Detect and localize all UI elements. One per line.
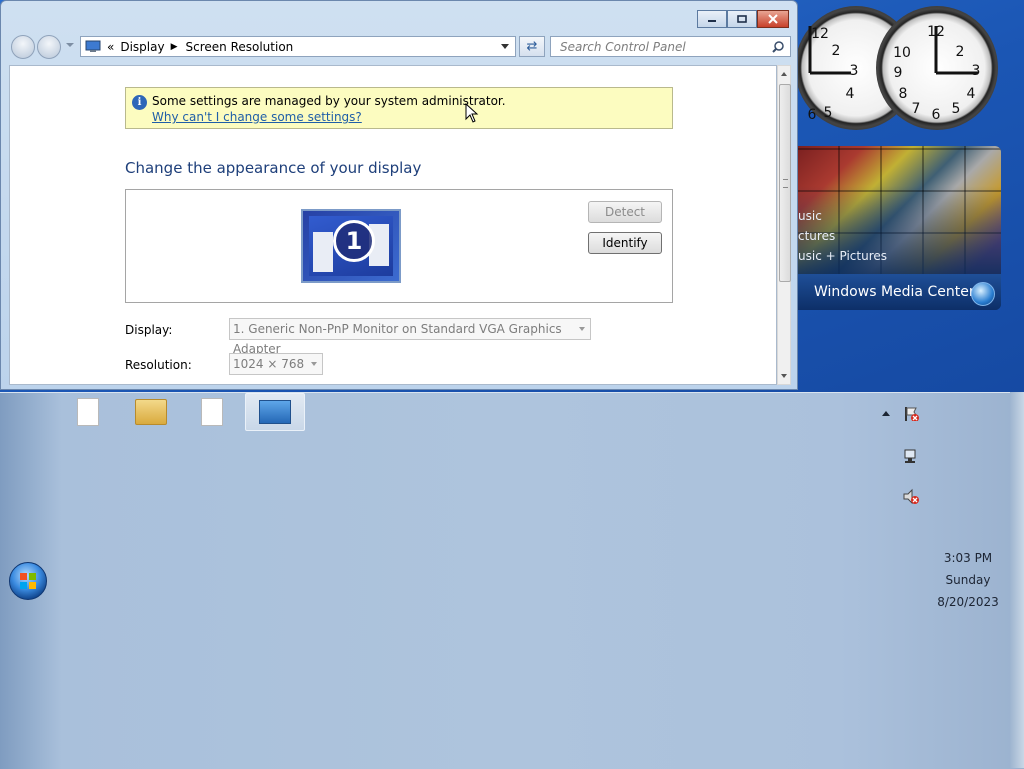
clock-gadget-right[interactable]: 12 10 2 3 4 5 6 7 8 9 (876, 6, 998, 130)
forward-button[interactable] (37, 35, 61, 59)
close-icon (768, 14, 778, 24)
info-message: Some settings are managed by your system… (152, 94, 506, 108)
clock-numeral: 6 (932, 107, 941, 123)
breadcrumb-separator-icon[interactable]: ▶ (171, 42, 178, 52)
media-item-pictures[interactable]: ctures (798, 229, 835, 243)
taskbar-item-explorer[interactable] (122, 393, 180, 431)
clock-numeral: 5 (824, 105, 833, 121)
search-icon[interactable] (772, 41, 784, 53)
chevron-down-icon (311, 362, 317, 366)
display-select-value: 1. Generic Non-PnP Monitor on Standard V… (233, 322, 562, 356)
navigation-bar: « Display ▶ Screen Resolution ⇄ (9, 34, 791, 60)
address-dropdown-icon[interactable] (501, 44, 509, 49)
show-desktop-button[interactable] (1010, 392, 1024, 768)
windows-orb-icon (971, 282, 995, 306)
taskbar-item-document-2[interactable] (183, 393, 241, 431)
address-bar[interactable]: « Display ▶ Screen Resolution (80, 36, 516, 57)
control-panel-icon (259, 400, 291, 424)
action-center-flag-icon[interactable] (902, 405, 920, 421)
brand-prefix: Windows (814, 284, 877, 300)
admin-info-bar: i Some settings are managed by your syst… (125, 87, 673, 129)
document-icon (201, 398, 223, 426)
display-label: Display: (125, 323, 173, 337)
close-button[interactable] (757, 10, 789, 28)
clock-numeral: 5 (952, 101, 961, 117)
clock-numeral: 6 (808, 107, 817, 123)
clock-numeral: 3 (850, 63, 859, 79)
mouse-cursor-icon (465, 103, 479, 123)
refresh-button[interactable]: ⇄ (519, 36, 545, 57)
media-center-gadget[interactable]: usic ctures usic + Pictures Windows Medi… (798, 146, 1001, 310)
taskbar-item-control-panel[interactable] (245, 393, 305, 431)
show-hidden-icons-icon[interactable] (880, 408, 898, 424)
clock-numeral: 3 (972, 63, 981, 79)
identify-button[interactable]: Identify (588, 232, 662, 254)
back-button[interactable] (11, 35, 35, 59)
vertical-scrollbar[interactable] (777, 65, 791, 385)
clock-numeral: 2 (832, 43, 841, 59)
why-cant-i-change-link[interactable]: Why can't I change some settings? (152, 110, 362, 124)
maximize-button[interactable] (727, 10, 757, 28)
taskbar-item-document-1[interactable] (59, 393, 117, 431)
content-pane: i Some settings are managed by your syst… (9, 65, 777, 385)
resolution-select[interactable]: 1024 × 768 (229, 353, 323, 375)
page-title: Change the appearance of your display (125, 159, 422, 177)
screen-resolution-window: « Display ▶ Screen Resolution ⇄ i Some s… (0, 0, 798, 390)
clock-numeral: 8 (899, 86, 908, 102)
clock-numeral: 7 (912, 101, 921, 117)
breadcrumb-display[interactable]: Display (120, 40, 164, 54)
brand-suffix: Media Center (876, 284, 975, 300)
document-icon (77, 398, 99, 426)
scrollbar-thumb[interactable] (779, 84, 791, 282)
folder-icon (135, 399, 167, 425)
volume-muted-icon[interactable] (902, 488, 920, 504)
clock-numeral: 9 (894, 65, 903, 81)
monitor-arrangement-area: 1 Detect Identify (125, 189, 673, 303)
clock-face-icon: 12 10 2 3 4 5 6 7 8 9 (893, 24, 981, 123)
scroll-down-icon[interactable] (781, 374, 787, 378)
search-input[interactable] (558, 38, 767, 55)
refresh-icon: ⇄ (526, 39, 538, 54)
caption-buttons (697, 10, 789, 28)
search-box[interactable] (550, 36, 791, 57)
minimize-icon (708, 20, 716, 22)
breadcrumb-screen-resolution[interactable]: Screen Resolution (186, 40, 294, 54)
breadcrumb-overflow[interactable]: « (107, 40, 114, 54)
media-item-music[interactable]: usic (798, 209, 822, 223)
clock-numeral: 12 (811, 26, 829, 42)
monitor-1-icon[interactable]: 1 (301, 209, 401, 283)
taskbar (0, 392, 1024, 769)
clock-numeral: 4 (846, 86, 855, 102)
taskbar-time[interactable]: 3:03 PM (930, 551, 1006, 565)
media-item-music-pictures[interactable]: usic + Pictures (798, 249, 887, 263)
media-center-brand[interactable]: Windows Media Center (798, 274, 1001, 310)
taskbar-day[interactable]: Sunday (930, 573, 1006, 587)
start-button[interactable] (9, 562, 47, 600)
clock-numeral: 4 (967, 86, 976, 102)
monitor-number: 1 (333, 220, 375, 262)
clock-numeral: 2 (956, 44, 965, 60)
taskbar-date[interactable]: 8/20/2023 (930, 595, 1006, 609)
recent-pages-dropdown[interactable] (66, 43, 74, 47)
info-icon: i (132, 95, 147, 110)
display-select[interactable]: 1. Generic Non-PnP Monitor on Standard V… (229, 318, 591, 356)
display-icon (85, 40, 101, 52)
chevron-down-icon (579, 327, 585, 331)
restore-icon (737, 15, 747, 23)
windows-logo-icon (20, 573, 36, 589)
resolution-select-value: 1024 × 768 (233, 357, 305, 371)
network-icon[interactable] (902, 447, 920, 463)
scroll-up-icon[interactable] (781, 72, 787, 76)
clock-numeral: 10 (893, 45, 911, 61)
resolution-label: Resolution: (125, 358, 192, 372)
minimize-button[interactable] (697, 10, 727, 28)
detect-button[interactable]: Detect (588, 201, 662, 223)
